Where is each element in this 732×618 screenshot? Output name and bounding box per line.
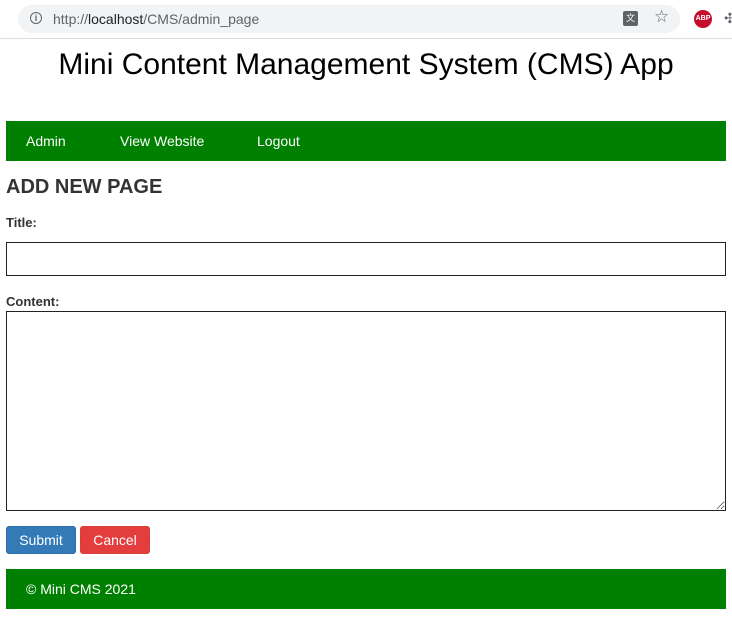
toolbar-divider [0,38,732,39]
navbar: Admin View Website Logout [6,121,726,161]
footer: © Mini CMS 2021 [6,569,726,609]
browser-toolbar: i http://localhost/CMS/admin_page 文 ☆ AB… [0,0,732,38]
footer-text: © Mini CMS 2021 [26,581,136,597]
nav-link-logout[interactable]: Logout [257,133,300,149]
star-icon[interactable]: ☆ [654,7,669,27]
address-bar[interactable]: i http://localhost/CMS/admin_page 文 ☆ [18,5,680,33]
title-label: Title: [6,215,37,230]
extensions-icon[interactable]: ✣ [724,10,732,27]
translate-icon[interactable]: 文 [623,11,638,26]
title-input[interactable] [6,242,726,276]
nav-link-view-website[interactable]: View Website [120,133,204,149]
nav-link-admin[interactable]: Admin [26,133,66,149]
page-title: ADD NEW PAGE [6,176,163,198]
submit-button[interactable]: Submit [6,526,76,554]
content-label: Content: [6,294,60,309]
adblock-extension-icon[interactable]: ABP [694,10,712,28]
url-text[interactable]: http://localhost/CMS/admin_page [53,11,259,27]
content-textarea[interactable] [6,311,726,511]
info-icon[interactable]: i [30,12,42,24]
cancel-button[interactable]: Cancel [80,526,150,554]
app-title: Mini Content Management System (CMS) App [58,48,674,81]
